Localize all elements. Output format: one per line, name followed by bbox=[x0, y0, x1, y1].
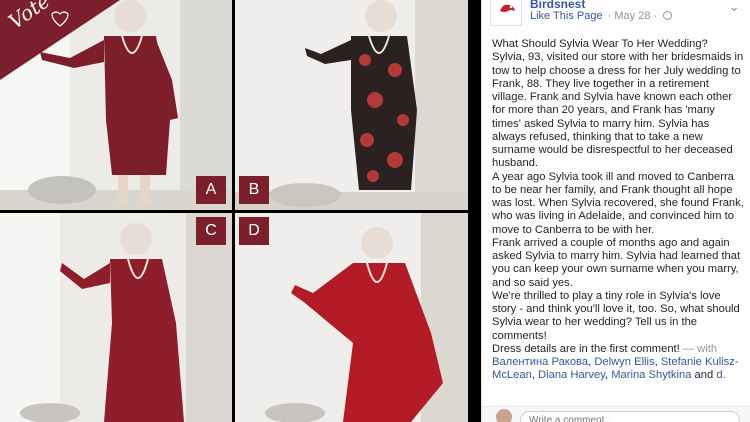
comment-input[interactable] bbox=[520, 411, 740, 422]
dress-option-c-photo: C bbox=[0, 213, 232, 422]
option-d-label: D bbox=[239, 217, 269, 245]
dress-d-illustration bbox=[235, 213, 468, 422]
post-paragraph: Frank arrived a couple of months ago and… bbox=[492, 236, 741, 289]
tagged-person[interactable]: Delwyn Ellis bbox=[594, 356, 654, 368]
tagged-person[interactable]: Marina Shytkina bbox=[611, 369, 691, 381]
page-avatar[interactable] bbox=[490, 0, 522, 26]
globe-icon bbox=[663, 11, 673, 20]
tagged-others-link[interactable]: d. bbox=[716, 369, 725, 381]
like-page-link[interactable]: Like This Page bbox=[530, 10, 603, 22]
tagged-person[interactable]: Diana Harvey bbox=[538, 369, 605, 381]
post-options-icon[interactable]: ⌄ bbox=[728, 0, 741, 15]
wedding-dress-photo: A B C D Vote bbox=[0, 0, 481, 422]
post-meta: Like This Page · May 28 · bbox=[530, 10, 673, 22]
post-last-line: Dress details are in the first comment! bbox=[492, 342, 680, 355]
and-text: and bbox=[691, 369, 717, 382]
dress-option-b-photo: B bbox=[235, 0, 468, 210]
option-b-label: B bbox=[239, 176, 269, 204]
post-body: What Should Sylvia Wear To Her Wedding? … bbox=[492, 38, 744, 383]
post-paragraph-last: Dress details are in the first comment! … bbox=[492, 342, 739, 382]
birdsnest-logo-icon bbox=[491, 0, 521, 25]
tagged-person[interactable]: Валентина Ракова bbox=[492, 356, 588, 368]
comment-bar bbox=[482, 406, 750, 422]
post-paragraph: Sylvia, 93, visited our store with her b… bbox=[492, 51, 744, 170]
post-paragraph: A year ago Sylvia took ill and moved to … bbox=[492, 170, 744, 236]
with-text: — with bbox=[679, 342, 718, 355]
option-c-label: C bbox=[196, 217, 226, 245]
user-avatar bbox=[496, 409, 512, 422]
post-paragraph: What Should Sylvia Wear To Her Wedding? bbox=[492, 38, 708, 50]
facebook-post: Birdsnest Like This Page · May 28 · ⌄ Wh… bbox=[481, 0, 750, 422]
post-paragraph: We're thrilled to play a tiny role in Sy… bbox=[492, 289, 740, 342]
post-date[interactable]: · May 28 · bbox=[608, 10, 658, 22]
dress-option-d-photo: D bbox=[235, 213, 468, 422]
option-a-label: A bbox=[196, 176, 226, 204]
dress-b-illustration bbox=[235, 0, 468, 210]
post-header: Birdsnest Like This Page · May 28 · ⌄ bbox=[490, 0, 745, 30]
